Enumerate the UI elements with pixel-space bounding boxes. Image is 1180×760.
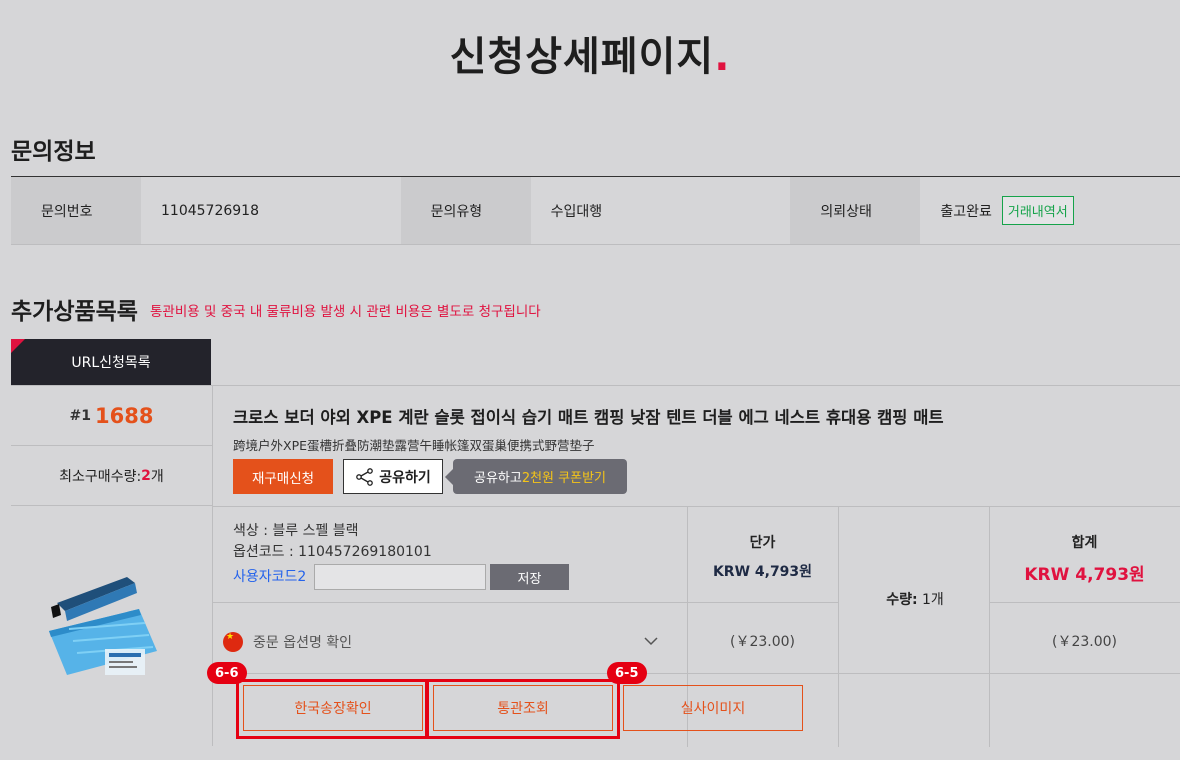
tab-corner-mark bbox=[11, 339, 25, 353]
cn-option-toggle[interactable]: 중문 옵션명 확인 bbox=[223, 627, 673, 657]
min-order-unit: 개 bbox=[150, 468, 164, 485]
cn-option-label: 중문 옵션명 확인 bbox=[253, 635, 353, 651]
page-title: 신청상세페이지. bbox=[449, 34, 731, 80]
request-status-value: 출고완료 bbox=[940, 203, 992, 220]
transaction-statement-button[interactable]: 거래내역서 bbox=[1001, 196, 1074, 225]
product-index-row: #1 1688 bbox=[11, 386, 212, 446]
quantity-value: 1개 bbox=[917, 592, 944, 608]
product-source: 1688 bbox=[95, 403, 154, 428]
total-cny: (￥23.00) bbox=[1051, 634, 1117, 650]
min-order-value: 2 bbox=[141, 467, 151, 484]
highlight-box-korea-invoice bbox=[236, 679, 428, 739]
share-icon bbox=[356, 467, 374, 486]
inquiry-type-value: 수입대행 bbox=[550, 203, 603, 220]
tooltip-highlight: 2천원 쿠폰받기 bbox=[521, 471, 606, 486]
tab-url-request-list-label: URL신청목록 bbox=[71, 355, 151, 371]
highlight-box-customs-lookup bbox=[426, 679, 620, 739]
product-thumbnail[interactable] bbox=[39, 571, 164, 681]
annotation-marker-6-6: 6-6 bbox=[207, 662, 247, 684]
total-price-value: KRW 4,793원 bbox=[1024, 565, 1145, 585]
request-status-cell: 출고완료 거래내역서 bbox=[920, 177, 1180, 244]
customs-notice: 통관비용 및 중국 내 물류비용 발생 시 관련 비용은 별도로 청구됩니다 bbox=[150, 304, 541, 320]
unit-price-value: KRW 4,793원 bbox=[712, 564, 813, 580]
save-button[interactable]: 저장 bbox=[490, 564, 569, 590]
total-label: 합계 bbox=[1071, 535, 1098, 551]
option-code: 옵션코드 : 110457269180101 bbox=[233, 544, 432, 560]
unit-price-label: 단가 bbox=[749, 535, 776, 551]
china-flag-icon bbox=[223, 632, 243, 652]
extra-products-section-title: 추가상품목록 bbox=[11, 299, 138, 325]
min-order-label: 최소구매수량: bbox=[59, 468, 142, 485]
request-status-label: 의뢰상태 bbox=[790, 177, 921, 244]
actual-image-button[interactable]: 실사이미지 bbox=[623, 685, 803, 731]
user-code-input[interactable] bbox=[314, 564, 486, 590]
unit-price-cny: (￥23.00) bbox=[729, 634, 795, 650]
quantity: 수량: 1개 bbox=[840, 589, 990, 609]
product-left-column: #1 1688 최소구매수량: 2 개 bbox=[11, 386, 213, 746]
share-button[interactable]: 공유하기 bbox=[343, 459, 443, 494]
rebuy-button[interactable]: 재구매신청 bbox=[233, 459, 333, 494]
tab-url-request-list[interactable]: URL신청목록 bbox=[11, 339, 211, 385]
inquiry-info-table: 문의번호 11045726918 문의유형 수입대행 의뢰상태 출고완료 거래내… bbox=[11, 176, 1180, 245]
chevron-down-icon[interactable] bbox=[643, 627, 659, 657]
min-order-row: 최소구매수량: 2 개 bbox=[11, 446, 212, 506]
divider bbox=[989, 602, 1180, 603]
product-index: #1 bbox=[69, 407, 92, 424]
share-button-label: 공유하기 bbox=[379, 468, 431, 485]
divider bbox=[213, 602, 838, 603]
quantity-label: 수량: bbox=[886, 592, 918, 608]
tooltip-prefix: 공유하고 bbox=[473, 471, 522, 486]
inquiry-number-label: 문의번호 bbox=[11, 177, 142, 244]
inquiry-section-title: 문의정보 bbox=[11, 139, 96, 165]
product-original-name: 跨境户外XPE蛋槽折叠防潮垫露营午睡帐篷双蛋巢便携式野营垫子 bbox=[233, 438, 595, 453]
inquiry-type-label: 문의유형 bbox=[400, 177, 531, 244]
divider bbox=[213, 673, 1180, 674]
product-name[interactable]: 크로스 보더 야외 XPE 계란 슬롯 접이식 습기 매트 캠핑 낮잠 텐트 더… bbox=[233, 404, 944, 428]
option-color: 색상 : 블루 스펠 블랙 bbox=[233, 523, 359, 539]
inquiry-number-value: 11045726918 bbox=[161, 202, 259, 219]
divider bbox=[838, 507, 839, 747]
annotation-marker-6-5: 6-5 bbox=[607, 662, 647, 684]
user-code-label: 사용자코드2 bbox=[233, 569, 307, 585]
share-coupon-tooltip: 공유하고 2천원 쿠폰받기 bbox=[445, 459, 627, 494]
